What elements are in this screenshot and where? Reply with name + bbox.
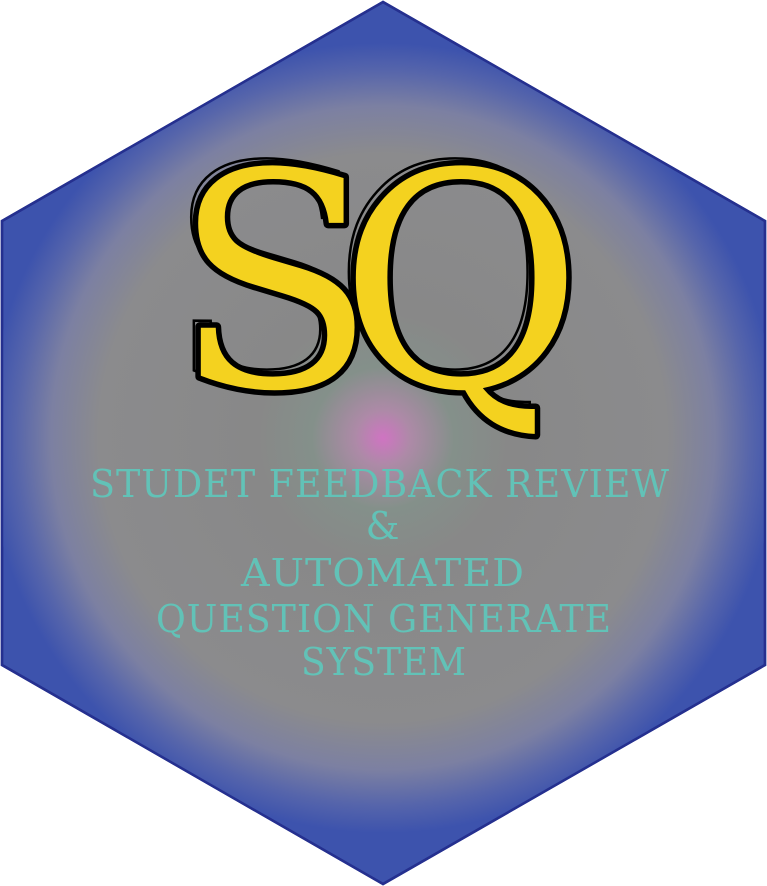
logo-letter-q: Q xyxy=(338,109,584,458)
tagline-line-4: QUESTION GENERATE xyxy=(156,597,612,641)
hexagon-badge: S Q S Q S Q STUDET FEEDBACK REVIEW & AUT… xyxy=(0,0,767,886)
tagline-line-2: & xyxy=(366,504,401,548)
logo-monogram: S Q S Q S Q xyxy=(165,102,589,463)
tagline-line-3: AUTOMATED xyxy=(240,551,525,595)
tagline-line-5: SYSTEM xyxy=(301,640,467,684)
tagline-line-1: STUDET FEEDBACK REVIEW xyxy=(90,462,670,506)
